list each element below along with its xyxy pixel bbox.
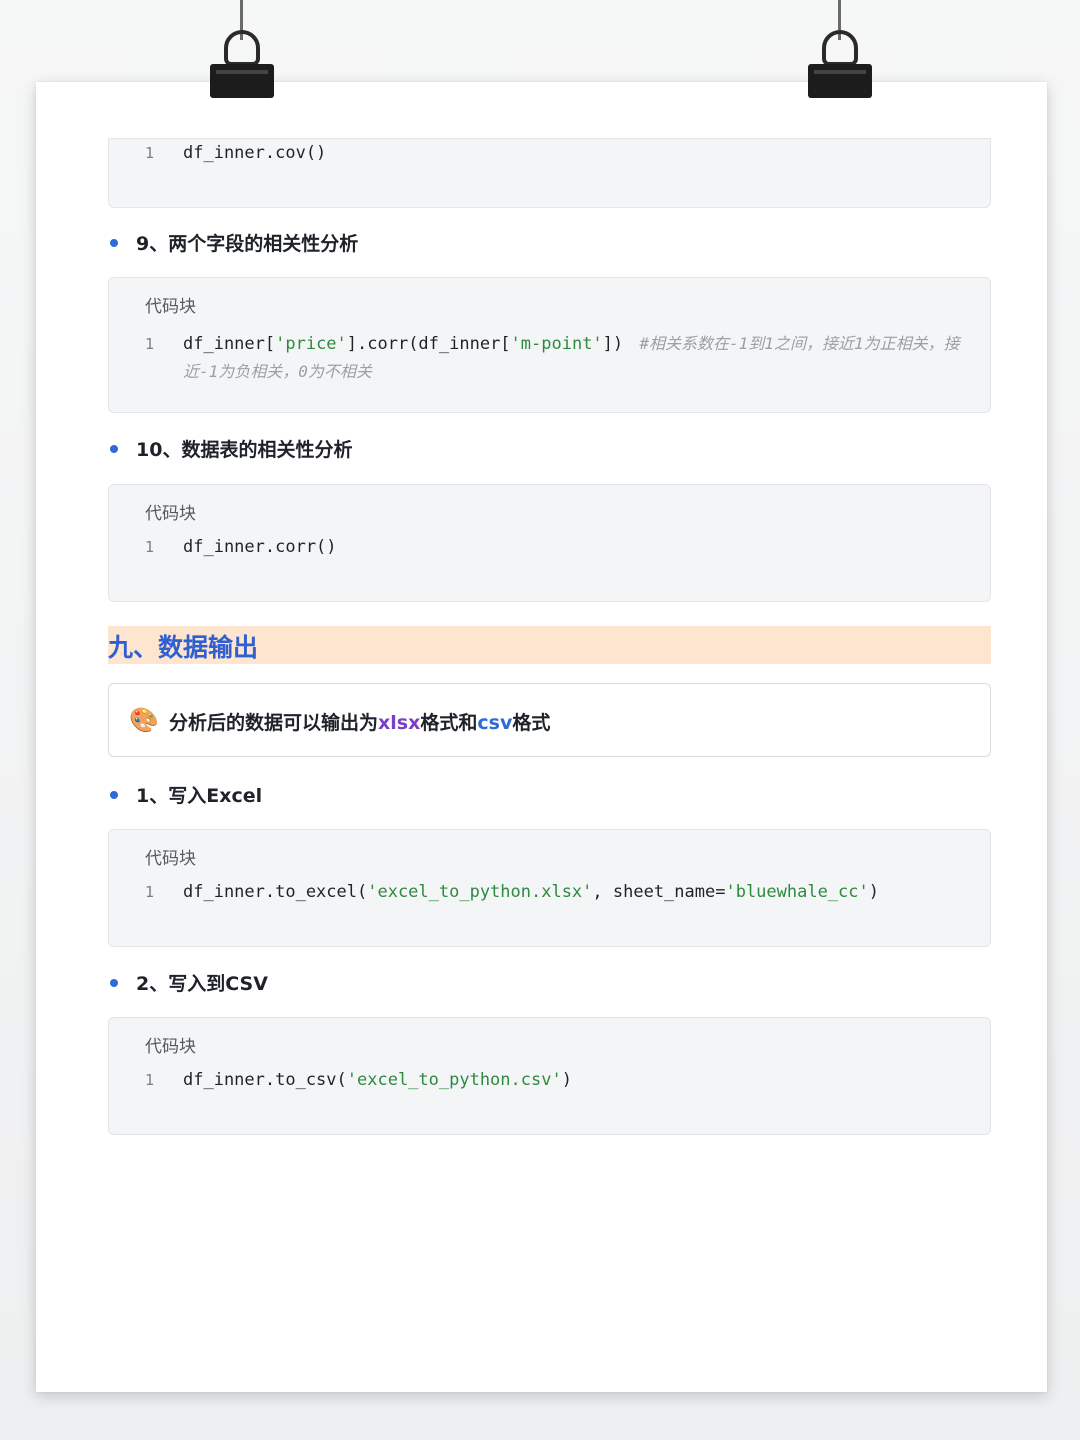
code-comment: #相关系数在-1到1之间，接近1为正相关，接 — [639, 334, 960, 353]
code-block-label: 代码块 — [145, 504, 196, 524]
code-text: df_inner.corr() — [183, 537, 337, 557]
list-item-label: 2、写入到CSV — [136, 973, 268, 995]
callout-highlight-xlsx: xlsx — [378, 712, 421, 734]
code-line: 1 df_inner.corr() — [145, 537, 337, 557]
code-text: df_inner[ — [183, 334, 276, 354]
callout-box: 🎨 分析后的数据可以输出为xlsx格式和csv格式 — [108, 683, 991, 757]
bullet-dot-icon — [110, 238, 118, 247]
code-block-label: 代码块 — [145, 1037, 196, 1057]
list-item-10: 10、数据表的相关性分析 — [110, 435, 352, 462]
code-block-corr-pair: 代码块 1 df_inner['price'].corr(df_inner['m-… — [108, 277, 991, 413]
list-item-excel: 1、写入Excel — [110, 781, 262, 808]
callout-text-part: 格式和 — [420, 712, 478, 734]
code-text: , sheet_name= — [592, 882, 726, 902]
code-text: ].corr(df_inner[ — [346, 334, 511, 354]
code-text: df_inner.to_csv( — [183, 1070, 347, 1090]
code-text: df_inner.to_excel( — [183, 882, 368, 902]
list-item-label: 1、写入Excel — [136, 785, 263, 807]
code-comment: 近-1为负相关，0为不相关 — [183, 362, 372, 381]
line-number: 1 — [145, 1071, 155, 1089]
code-block-cov: 1 df_inner.cov() — [108, 138, 991, 208]
code-line: 1 df_inner['price'].corr(df_inner['m-poin… — [145, 330, 960, 354]
code-text: ) — [561, 1070, 572, 1090]
code-string: 'm-point' — [510, 334, 603, 354]
line-number: 1 — [145, 335, 155, 353]
line-number: 1 — [145, 538, 155, 556]
code-line: 1 df_inner.cov() — [145, 143, 326, 163]
code-line-continued: 近-1为负相关，0为不相关 — [183, 358, 372, 382]
bullet-dot-icon — [110, 444, 118, 453]
section-title: 九、数据输出 — [108, 633, 259, 662]
callout-highlight-csv: csv — [477, 712, 513, 734]
code-text: ]) — [602, 334, 624, 354]
line-number: 1 — [145, 883, 155, 901]
code-line: 1 df_inner.to_excel('excel_to_python.xlsx… — [145, 882, 879, 902]
code-block-label: 代码块 — [145, 297, 196, 317]
code-text: ) — [868, 882, 880, 902]
binder-clip-left-icon — [210, 0, 274, 100]
bullet-dot-icon — [110, 790, 118, 799]
code-string: 'price' — [275, 334, 347, 354]
code-text: df_inner.cov() — [183, 143, 327, 163]
callout-text-part: 格式 — [512, 712, 551, 734]
list-item-9: 9、两个字段的相关性分析 — [110, 229, 358, 256]
code-string: 'excel_to_python.xlsx' — [367, 882, 593, 902]
code-string: 'bluewhale_cc' — [725, 882, 869, 902]
code-block-excel: 代码块 1 df_inner.to_excel('excel_to_python.… — [108, 829, 991, 947]
bullet-dot-icon — [110, 978, 118, 987]
code-block-corr-table: 代码块 1 df_inner.corr() — [108, 484, 991, 602]
list-item-label: 10、数据表的相关性分析 — [136, 439, 353, 461]
code-line: 1 df_inner.to_csv('excel_to_python.csv') — [145, 1070, 572, 1090]
list-item-csv: 2、写入到CSV — [110, 969, 268, 996]
callout-text: 分析后的数据可以输出为xlsx格式和csv格式 — [169, 708, 550, 735]
code-string: 'excel_to_python.csv' — [346, 1070, 562, 1090]
line-number: 1 — [145, 144, 155, 162]
palette-icon: 🎨 — [129, 706, 159, 734]
binder-clip-right-icon — [808, 0, 872, 100]
code-block-csv: 代码块 1 df_inner.to_csv('excel_to_python.cs… — [108, 1017, 991, 1135]
code-block-label: 代码块 — [145, 849, 196, 869]
callout-text-part: 分析后的数据可以输出为 — [169, 712, 379, 734]
list-item-label: 9、两个字段的相关性分析 — [136, 233, 359, 255]
